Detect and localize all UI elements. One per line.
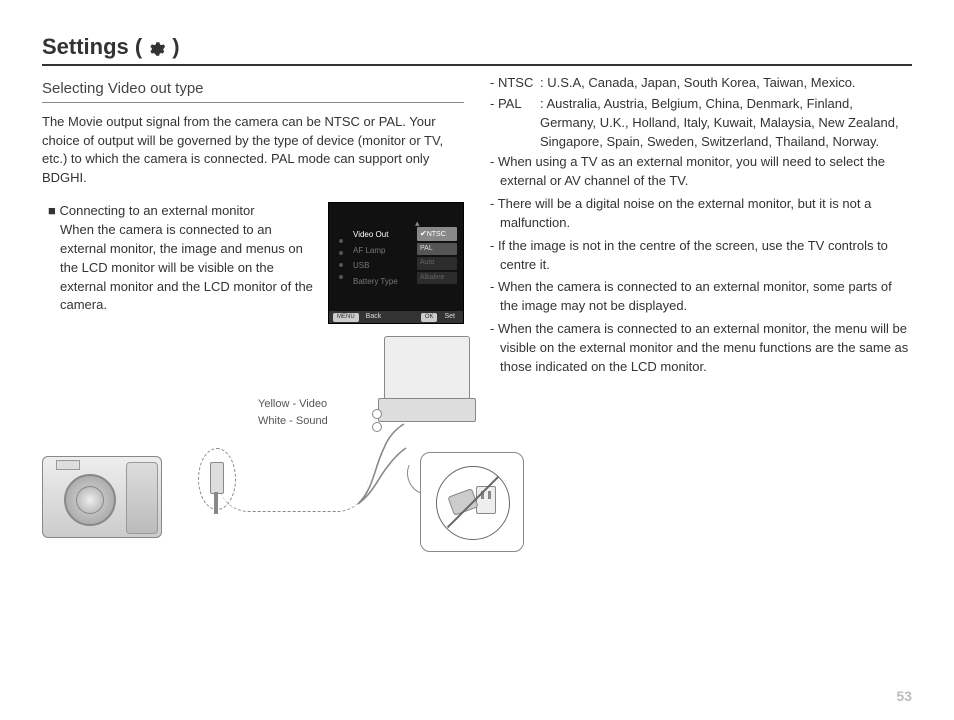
lcd-menu-item: AF Lamp bbox=[353, 243, 405, 259]
lcd-bottom-bar: MENUBack OKSet bbox=[329, 311, 463, 323]
subsection-label: Connecting to an external monitor bbox=[59, 203, 254, 218]
content-columns: Selecting Video out type The Movie outpu… bbox=[42, 74, 912, 552]
ntsc-definition: - NTSC : U.S.A, Canada, Japan, South Kor… bbox=[490, 74, 912, 93]
lcd-menu-item: Battery Type bbox=[353, 274, 405, 290]
note-item: - When using a TV as an external monitor… bbox=[490, 153, 912, 191]
ok-key-icon: OK bbox=[421, 313, 438, 322]
page-title-row: Settings ( ) bbox=[42, 34, 912, 66]
title-suffix: ) bbox=[172, 34, 179, 60]
camera-lcd-mockup: ▴ Video Out AF Lamp USB Battery Type ✔NT… bbox=[328, 202, 464, 324]
no-wall-power-callout bbox=[420, 452, 524, 552]
pal-definition: - PAL : Australia, Austria, Belgium, Chi… bbox=[490, 95, 912, 152]
legend-audio: White - Sound bbox=[258, 413, 328, 430]
note-item: - There will be a digital noise on the e… bbox=[490, 195, 912, 233]
lcd-side-dots bbox=[339, 231, 345, 287]
menu-key-icon: MENU bbox=[333, 313, 359, 322]
connection-diagram: Yellow - Video White - Sound bbox=[42, 332, 464, 552]
lcd-option: ✔NTSC bbox=[417, 227, 457, 241]
lcd-menu-item: USB bbox=[353, 258, 405, 274]
lcd-option: Auto bbox=[417, 257, 457, 269]
lcd-menu-list: Video Out AF Lamp USB Battery Type bbox=[353, 227, 405, 289]
cable-legend: Yellow - Video White - Sound bbox=[258, 396, 328, 429]
set-label: Set bbox=[440, 313, 459, 320]
camera-illustration bbox=[42, 456, 162, 538]
tv-illustration bbox=[378, 332, 476, 428]
manual-page: Settings ( ) Selecting Video out type Th… bbox=[0, 0, 954, 720]
lcd-option: Alkaline bbox=[417, 272, 457, 284]
note-item: - When the camera is connected to an ext… bbox=[490, 278, 912, 316]
left-column: Selecting Video out type The Movie outpu… bbox=[42, 74, 464, 552]
right-column: - NTSC : U.S.A, Canada, Japan, South Kor… bbox=[490, 74, 912, 552]
def-value: : U.S.A, Canada, Japan, South Korea, Tai… bbox=[540, 74, 912, 93]
intro-paragraph: The Movie output signal from the camera … bbox=[42, 113, 464, 188]
square-bullet-icon: ■ bbox=[48, 203, 59, 218]
gear-icon bbox=[148, 38, 166, 56]
def-value: : Australia, Austria, Belgium, China, De… bbox=[540, 95, 912, 152]
page-title: Settings ( ) bbox=[42, 34, 180, 60]
usb-plug-illustration bbox=[192, 448, 242, 508]
notes-list: - When using a TV as an external monitor… bbox=[490, 153, 912, 376]
lcd-option-list: ✔NTSC PAL Auto Alkaline bbox=[417, 227, 457, 286]
note-item: - When the camera is connected to an ext… bbox=[490, 320, 912, 377]
back-label: Back bbox=[362, 313, 386, 320]
section-heading: Selecting Video out type bbox=[42, 78, 464, 103]
prohibit-slash-icon bbox=[436, 466, 508, 538]
note-item: - If the image is not in the centre of t… bbox=[490, 237, 912, 275]
lcd-menu-item: Video Out bbox=[353, 227, 405, 243]
lcd-option: PAL bbox=[417, 243, 457, 255]
def-key: - NTSC bbox=[490, 74, 540, 93]
title-prefix: Settings ( bbox=[42, 34, 142, 60]
def-key: - PAL bbox=[490, 95, 540, 152]
legend-video: Yellow - Video bbox=[258, 396, 328, 413]
check-icon: ✔ bbox=[420, 229, 427, 238]
page-number: 53 bbox=[896, 688, 912, 704]
